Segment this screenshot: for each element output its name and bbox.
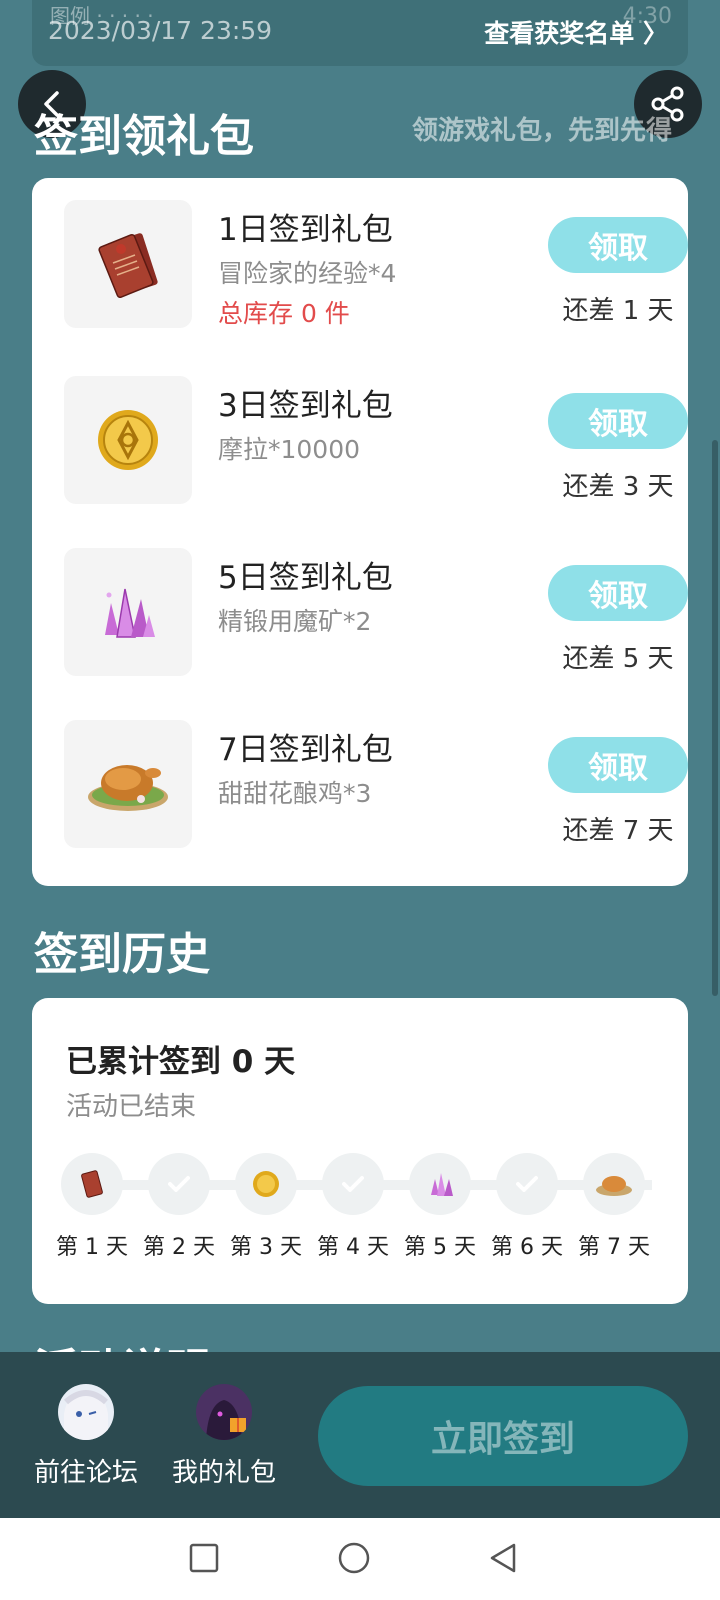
day-label: 第 7 天 <box>578 1235 650 1260</box>
day-4: 第 4 天 <box>308 1153 398 1261</box>
claim-button[interactable]: 领取 <box>548 393 688 449</box>
sign-in-now-button[interactable]: 立即签到 <box>318 1386 688 1486</box>
gift-pack-day-3: 3日签到礼包 摩拉*10000 领取 还差 3 天 <box>64 376 688 504</box>
day-6: 第 6 天 <box>482 1153 572 1261</box>
bottom-action-bar: 前往论坛 我的礼包 立即签到 <box>0 1352 720 1518</box>
view-winners-link[interactable]: 查看获奖名单 〉 <box>484 14 668 50</box>
day-label: 第 3 天 <box>230 1235 302 1260</box>
day-3: 第 3 天 <box>221 1153 311 1261</box>
triangle-back-icon <box>490 1543 516 1573</box>
stock-warning: 总库存 0 件 <box>218 299 350 328</box>
gift-pack-day-7: 7日签到礼包 甜甜花酿鸡*3 领取 还差 7 天 <box>64 720 688 848</box>
day-label: 第 4 天 <box>317 1235 389 1260</box>
days-remaining: 还差 5 天 <box>562 644 674 674</box>
gift-pack-name: 7日签到礼包 <box>218 732 393 768</box>
history-title: 签到历史 <box>34 929 210 980</box>
event-status: 活动已结束 <box>66 1092 197 1122</box>
claim-button[interactable]: 领取 <box>548 217 688 273</box>
back-nav-button[interactable] <box>484 1538 524 1578</box>
check-icon <box>496 1153 558 1215</box>
gift-pack-name: 1日签到礼包 <box>218 212 393 248</box>
gift-avatar-icon <box>196 1384 252 1440</box>
forum-avatar-icon <box>58 1384 114 1440</box>
gift-pack-contents: 甜甜花酿鸡*3 <box>218 779 372 808</box>
claim-button[interactable]: 领取 <box>548 565 688 621</box>
gift-pack-day-1: 1日签到礼包 冒险家的经验*4 总库存 0 件 领取 还差 1 天 <box>64 200 688 328</box>
day-5: 第 5 天 <box>395 1153 485 1261</box>
gift-pack-contents: 精锻用魔矿*2 <box>218 607 372 636</box>
day-1: 第 1 天 <box>47 1153 137 1261</box>
system-navigation-bar <box>0 1518 720 1600</box>
days-remaining: 还差 7 天 <box>562 816 674 846</box>
recent-apps-button[interactable] <box>184 1538 224 1578</box>
check-icon <box>322 1153 384 1215</box>
gift-pack-name: 5日签到礼包 <box>218 560 393 596</box>
days-remaining: 还差 3 天 <box>562 472 674 502</box>
gift-pack-name: 3日签到礼包 <box>218 388 393 424</box>
experience-book-icon <box>61 1153 123 1215</box>
circle-icon <box>338 1542 370 1574</box>
home-button[interactable] <box>334 1538 374 1578</box>
gift-pack-contents: 摩拉*10000 <box>218 435 361 464</box>
day-2: 第 2 天 <box>134 1153 224 1261</box>
day-label: 第 2 天 <box>143 1235 215 1260</box>
day-7: 第 7 天 <box>569 1153 659 1261</box>
forum-button[interactable]: 前往论坛 <box>26 1384 146 1489</box>
gift-pack-list: 1日签到礼包 冒险家的经验*4 总库存 0 件 领取 还差 1 天 3日签到礼包… <box>32 178 688 886</box>
page-subtitle: 领游戏礼包，先到先得 <box>412 116 673 146</box>
crystal-ore-icon <box>409 1153 471 1215</box>
scrollbar[interactable] <box>712 440 718 996</box>
gift-pack-contents: 冒险家的经验*4 <box>218 259 397 288</box>
banner-date: 2023/03/17 23:59 <box>48 16 273 45</box>
total-signin-days: 已累计签到 0 天 <box>66 1044 296 1080</box>
day-label: 第 1 天 <box>56 1235 128 1260</box>
mora-coin-icon <box>235 1153 297 1215</box>
crystal-ore-icon <box>64 548 192 676</box>
check-icon <box>148 1153 210 1215</box>
mora-coin-icon <box>64 376 192 504</box>
day-label: 第 6 天 <box>491 1235 563 1260</box>
experience-book-icon <box>64 200 192 328</box>
gift-pack-day-5: 5日签到礼包 精锻用魔矿*2 领取 还差 5 天 <box>64 548 688 676</box>
page-title: 签到领礼包 <box>34 111 254 162</box>
roast-chicken-icon <box>64 720 192 848</box>
days-remaining: 还差 1 天 <box>562 296 674 326</box>
my-gifts-label: 我的礼包 <box>171 1458 276 1488</box>
day-label: 第 5 天 <box>404 1235 476 1260</box>
forum-label: 前往论坛 <box>33 1458 138 1488</box>
prize-banner: 图例 · · · · · 2023/03/17 23:59 4:30 查看获奖名… <box>32 0 688 66</box>
square-icon <box>189 1543 219 1573</box>
my-gifts-button[interactable]: 我的礼包 <box>164 1384 284 1489</box>
signin-history-card: 已累计签到 0 天 活动已结束 第 1 天 第 2 天 第 3 天 第 4 天 … <box>32 998 688 1304</box>
roast-chicken-icon <box>583 1153 645 1215</box>
claim-button[interactable]: 领取 <box>548 737 688 793</box>
